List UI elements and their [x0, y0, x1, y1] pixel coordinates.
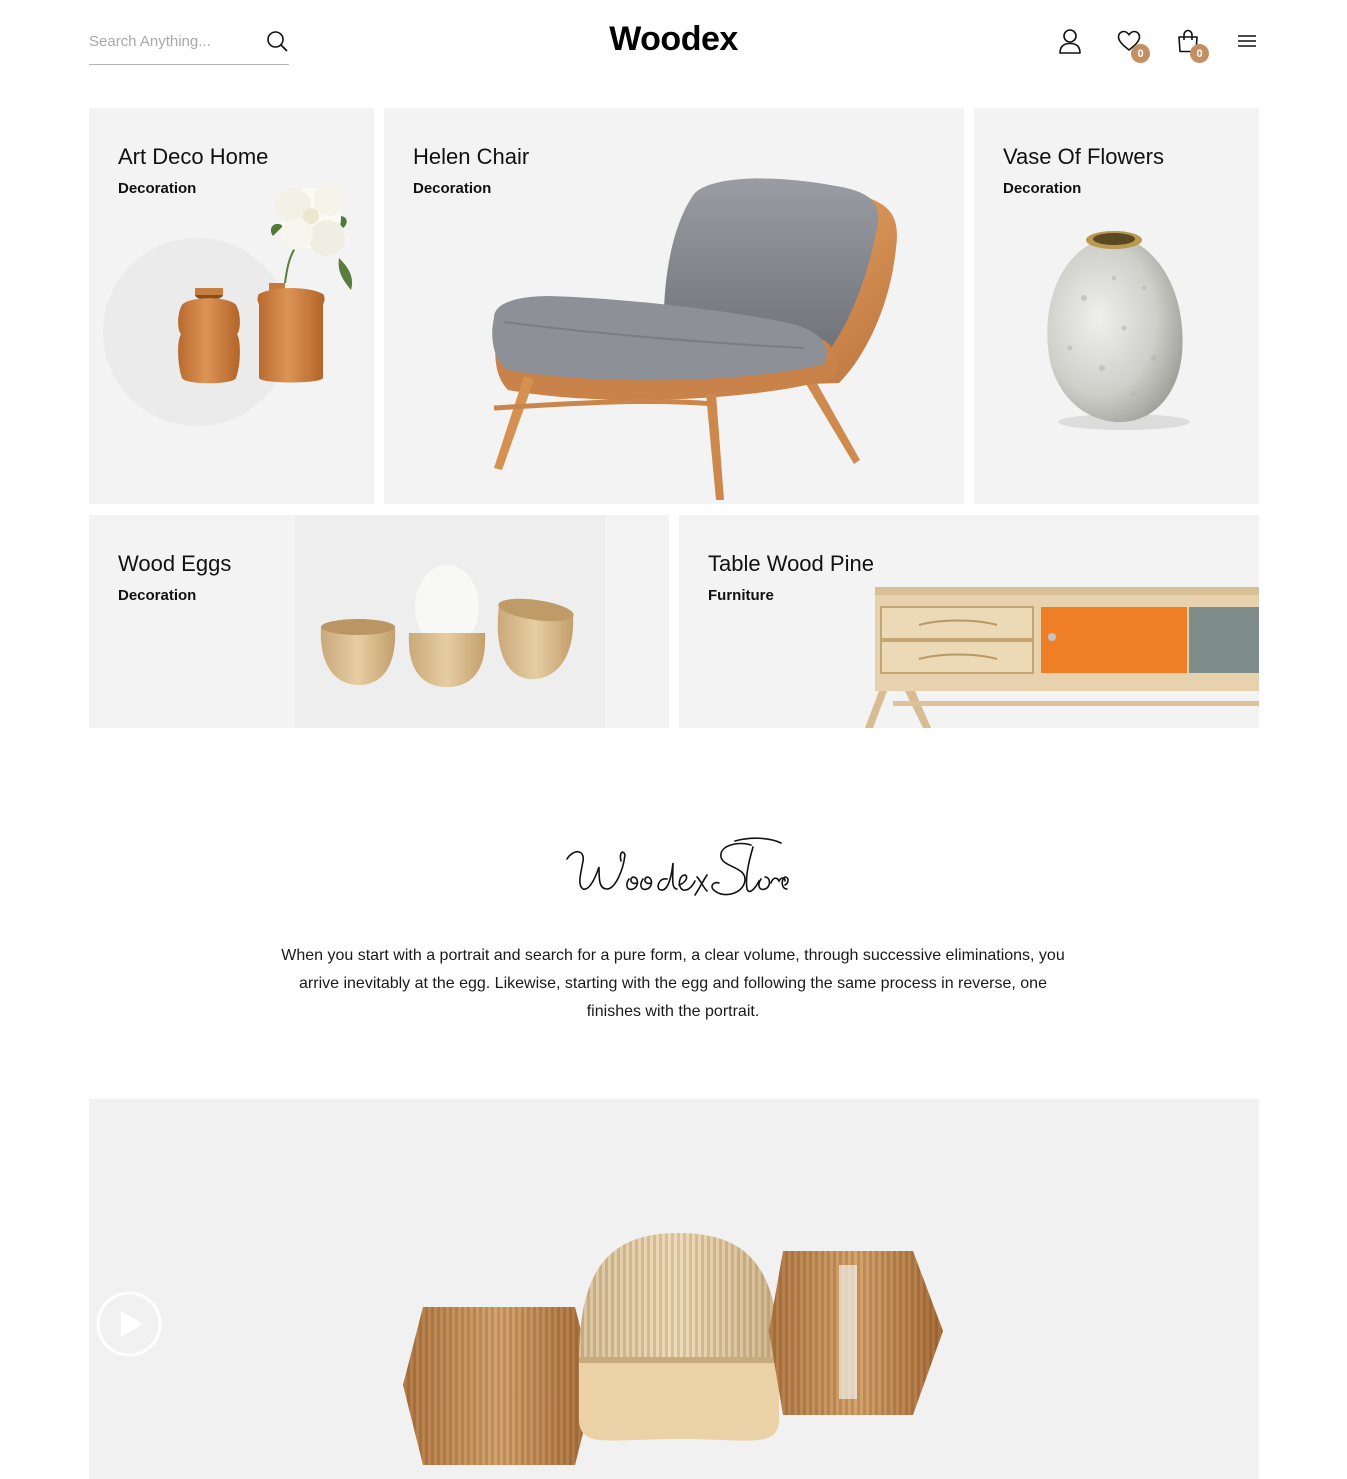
- product-tile-art-deco-home[interactable]: Art Deco Home Decoration: [89, 108, 374, 504]
- tile-category: Decoration: [118, 180, 197, 197]
- tile-category: Decoration: [118, 587, 197, 604]
- tile-title: Art Deco Home: [118, 144, 269, 169]
- tile-category: Decoration: [413, 180, 492, 197]
- play-icon: [96, 1291, 162, 1357]
- store-signature: [0, 833, 1347, 913]
- user-icon: [1059, 29, 1081, 54]
- pleated-lamps-image: [403, 1233, 943, 1465]
- account-button[interactable]: [1056, 27, 1084, 55]
- product-tile-wood-eggs[interactable]: Wood Eggs Decoration: [89, 515, 669, 728]
- product-tile-helen-chair[interactable]: Helen Chair Decoration: [384, 108, 964, 504]
- store-description: When you start with a portrait and searc…: [281, 947, 1065, 1020]
- tile-category: Decoration: [1003, 180, 1082, 197]
- cart-button[interactable]: 0: [1174, 27, 1209, 63]
- sideboard-table-image: [865, 587, 1259, 728]
- wooden-egg-cups-image: [295, 515, 605, 728]
- product-tile-vase-of-flowers[interactable]: Vase Of Flowers Decoration: [974, 108, 1259, 504]
- hamburger-menu-icon: [1238, 35, 1256, 47]
- tile-title: Helen Chair: [413, 144, 530, 169]
- tile-title: Vase Of Flowers: [1003, 144, 1164, 169]
- tile-category: Furniture: [708, 587, 774, 604]
- product-tile-table-wood-pine[interactable]: Table Wood Pine Furniture: [679, 515, 1259, 728]
- wishlist-button[interactable]: 0: [1115, 27, 1150, 63]
- play-video-button[interactable]: [96, 1291, 162, 1357]
- tile-title: Table Wood Pine: [708, 551, 874, 576]
- video-banner[interactable]: [89, 1099, 1259, 1479]
- wishlist-count-badge: 0: [1131, 44, 1150, 63]
- signature-logo: [565, 837, 789, 896]
- tile-title: Wood Eggs: [118, 551, 232, 576]
- menu-button[interactable]: [1233, 27, 1261, 55]
- cart-count-badge: 0: [1190, 44, 1209, 63]
